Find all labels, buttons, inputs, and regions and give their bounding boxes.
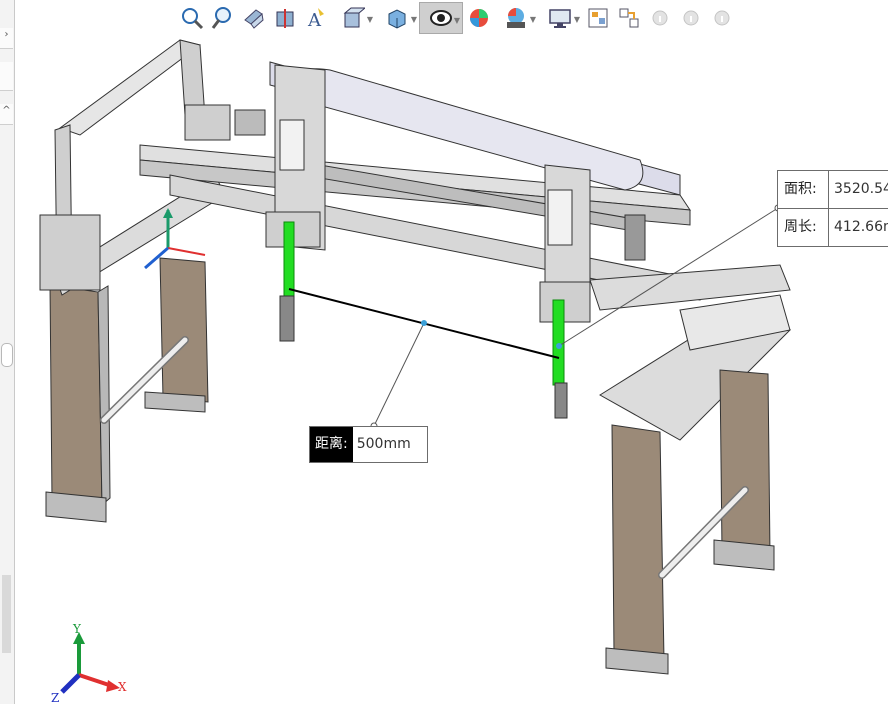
perimeter-value: 412.66m [834,219,888,235]
view-orientation-icon[interactable]: ▼ [331,2,375,34]
chevron-down-icon[interactable]: ▼ [530,15,536,24]
perimeter-label: 周长: [778,209,829,246]
dynamic-annotation-icon[interactable]: A [300,2,331,34]
distance-label: 距离: [310,427,353,462]
zoom-to-fit-icon[interactable] [176,2,207,34]
area-perimeter-callout[interactable]: 面积: 3520.54 周长: 412.66m [777,170,888,247]
area-value: 3520.54 [834,181,888,197]
window-tile-icon[interactable] [582,2,613,34]
perimeter-row: 周长: 412.66m [778,208,888,246]
distance-leader [373,322,425,427]
chevron-down-icon[interactable]: ▼ [454,16,460,25]
right-rear-leg [719,369,771,556]
previous-view-icon[interactable] [238,2,269,34]
display-style-icon[interactable]: ▼ [375,2,419,34]
area-row: 面积: 3520.54 [778,171,888,208]
area-label: 面积: [778,171,829,208]
chevron-down-icon[interactable]: ▼ [574,15,580,24]
rebuild-icon[interactable] [613,2,644,34]
view-triad [60,632,120,694]
x-axis-label: X [118,680,127,694]
distance-callout[interactable]: 距离: 500mm [309,426,428,463]
right-front-leg [611,424,665,661]
graphics-area[interactable] [0,0,888,704]
view-settings-icon[interactable]: ▼ [538,2,582,34]
heads-up-view-toolbar: A ▼ ▼ ▼ ▼ ▼ [176,0,737,36]
distance-value: 500mm [356,436,411,452]
chevron-down-icon[interactable]: ▼ [411,15,417,24]
z-axis-label: Z [51,691,60,705]
section-view-icon[interactable] [269,2,300,34]
edit-appearance-icon[interactable] [463,2,494,34]
info-icon[interactable] [644,2,675,34]
y-axis-label: Y [73,622,81,636]
left-rod-highlight [283,221,295,298]
chevron-down-icon[interactable]: ▼ [367,15,373,24]
hide-show-items-icon[interactable]: ▼ [419,2,463,34]
apply-scene-icon[interactable]: ▼ [494,2,538,34]
left-rear-leg [159,257,209,403]
zoom-to-area-icon[interactable] [207,2,238,34]
info-icon[interactable] [675,2,706,34]
left-front-leg [49,284,103,506]
info-icon[interactable] [706,2,737,34]
right-rod-highlight [552,299,565,386]
